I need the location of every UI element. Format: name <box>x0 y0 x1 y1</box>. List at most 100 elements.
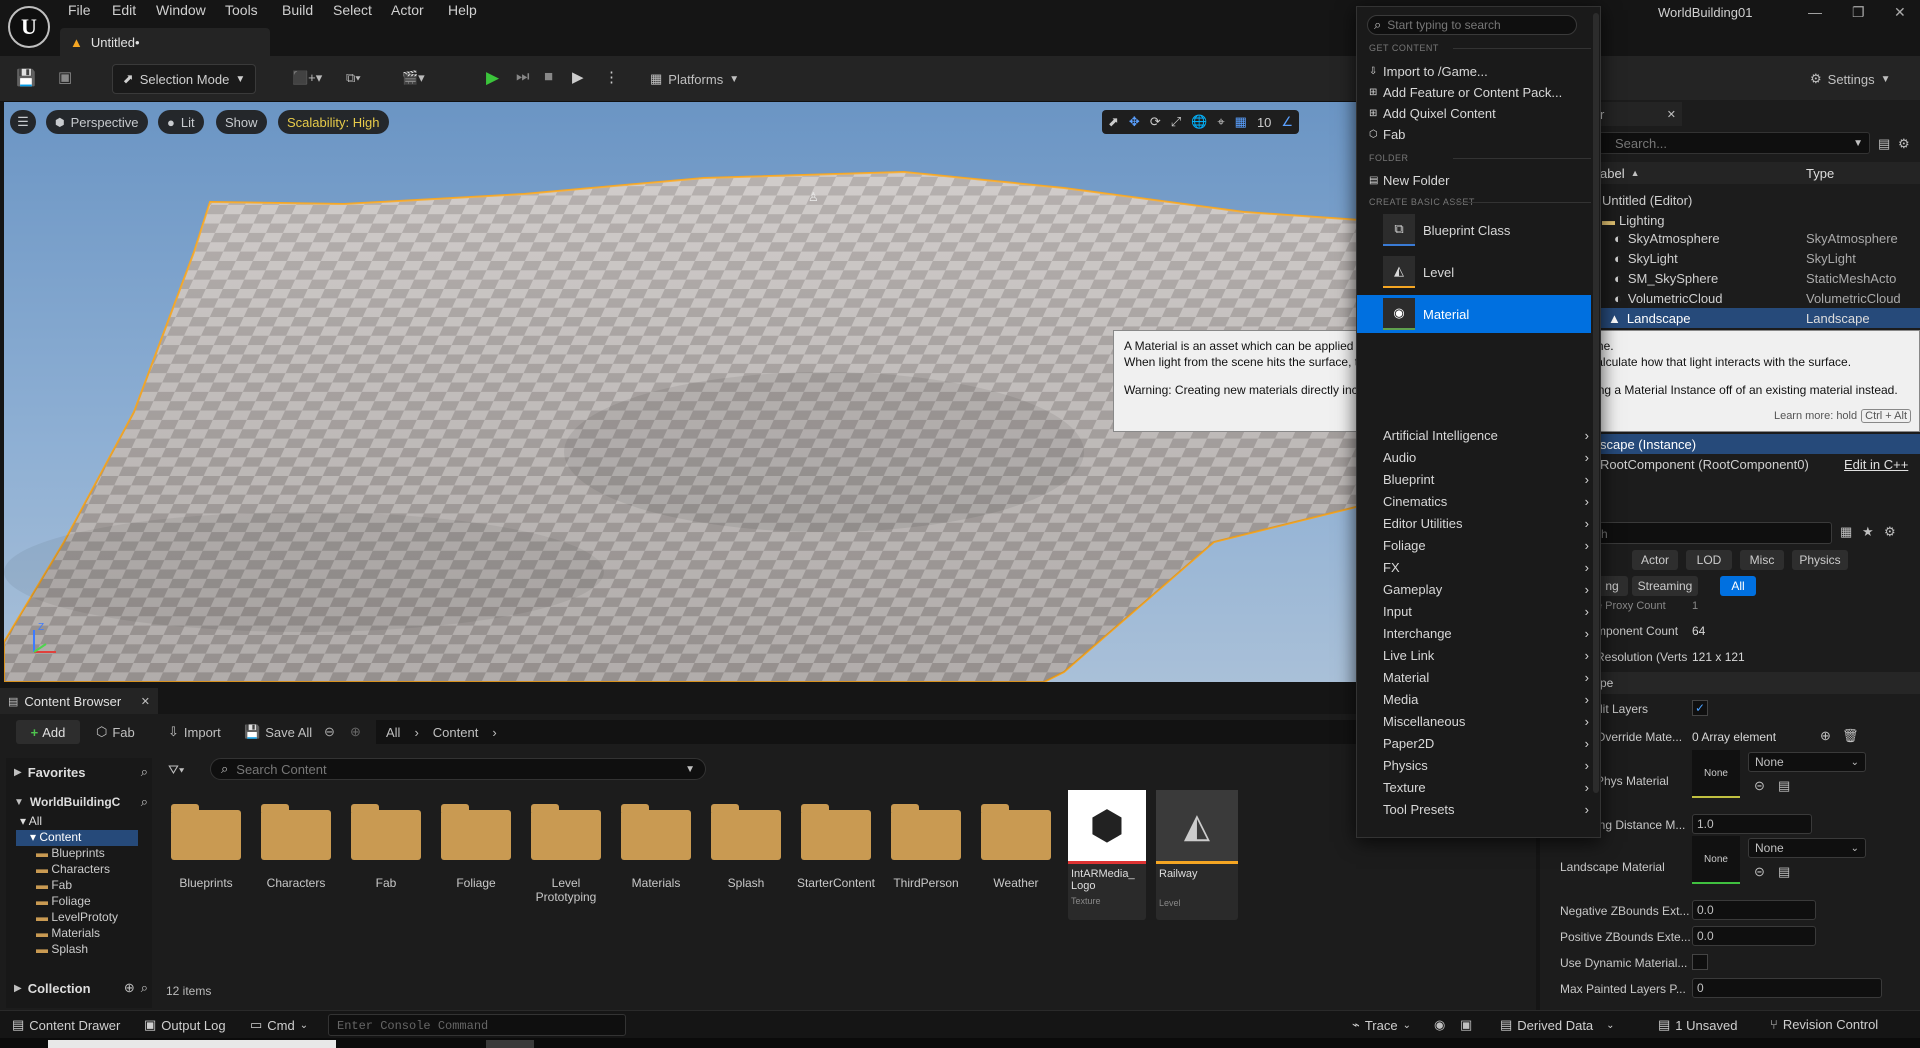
outliner-row[interactable]: ◐ SM_SkySphere StaticMeshActo <box>1596 268 1920 288</box>
select-tool-icon[interactable]: ⬈ <box>1108 114 1119 130</box>
context-search-field[interactable]: ⌕ Start typing to search <box>1367 15 1577 35</box>
menu-file[interactable]: File <box>68 2 91 22</box>
menu-tools[interactable]: Tools <box>225 2 258 22</box>
tree-item-levelprototyping[interactable]: ▬ LevelPrototy <box>36 910 118 924</box>
perspective-button[interactable]: ⬢ Perspective <box>46 110 148 134</box>
category-foliage[interactable]: Foliage › <box>1383 538 1589 553</box>
search-icon[interactable]: ⌕ <box>141 794 148 810</box>
folder-starter-content[interactable]: StarterContent <box>796 798 876 890</box>
settings-button[interactable]: ⚙ Settings ▼ <box>1810 71 1891 87</box>
fab-button[interactable]: ⬡ Fab <box>96 724 135 740</box>
cinematics-icon[interactable]: 🎬▾ <box>402 70 425 86</box>
cmd-dropdown[interactable]: ▭ Cmd ⌄ <box>250 1017 308 1033</box>
tree-item-splash[interactable]: ▬ Splash <box>36 942 88 956</box>
menu-build[interactable]: Build <box>282 2 313 22</box>
gear-icon[interactable]: ⚙ <box>1884 524 1896 540</box>
selection-mode-dropdown[interactable]: ⬈ Selection Mode ▼ <box>112 64 256 94</box>
max-painted-input[interactable]: 0 <box>1692 978 1882 998</box>
star-icon[interactable]: ★ <box>1862 524 1874 540</box>
menu-item-import[interactable]: ⇩ Import to /Game... <box>1357 60 1591 82</box>
revision-control-button[interactable]: ⑂ Revision Control <box>1770 1017 1878 1032</box>
category-physics[interactable]: Physics › <box>1383 758 1589 773</box>
derived-data-button[interactable]: ▤ Derived Data ⌄ <box>1500 1017 1615 1033</box>
save-icon[interactable]: 💾 <box>16 68 36 88</box>
search-icon[interactable]: ⌕ <box>141 980 148 996</box>
content-browser-tab[interactable]: ▤ Content Browser ✕ <box>0 688 158 714</box>
edit-cpp-link[interactable]: Edit in C++ <box>1844 457 1908 472</box>
details-instance-row[interactable]: scape (Instance) <box>1596 434 1920 454</box>
menu-select[interactable]: Select <box>333 2 372 22</box>
stop-icon[interactable]: ■ <box>544 68 553 85</box>
filter-tab-misc[interactable]: Misc <box>1740 550 1784 570</box>
neg-z-input[interactable]: 0.0 <box>1692 900 1816 920</box>
filter-tab-physics[interactable]: Physics <box>1792 550 1848 570</box>
breadcrumb-content[interactable]: Content <box>433 725 479 740</box>
phys-material-thumb[interactable]: None <box>1692 750 1740 798</box>
tree-item-foliage[interactable]: ▬ Foliage <box>36 894 91 908</box>
menu-item-blueprint-class[interactable]: ⧉ Blueprint Class <box>1357 211 1591 249</box>
tree-item-content[interactable]: ▾ Content <box>16 830 138 846</box>
world-space-icon[interactable]: 🌐 <box>1191 114 1207 130</box>
save-all-button[interactable]: 💾 Save All <box>244 724 312 740</box>
add-collection-icon[interactable]: ⊕ <box>124 980 135 996</box>
category-material[interactable]: Material › <box>1383 670 1589 685</box>
import-button[interactable]: ⇩ Import <box>168 724 221 740</box>
platforms-button[interactable]: ▦ Platforms ▼ <box>650 71 739 87</box>
browse-folder-icon[interactable]: ▤ <box>1778 864 1790 880</box>
table-view-icon[interactable]: ▦ <box>1840 524 1852 540</box>
dynamic-material-checkbox[interactable] <box>1692 954 1708 970</box>
menu-item-quixel[interactable]: ⊞ Add Quixel Content <box>1357 102 1591 124</box>
level-tab[interactable]: ▲ Untitled• <box>60 28 270 56</box>
outliner-root[interactable]: Untitled (Editor) <box>1596 190 1920 210</box>
context-menu-scrollbar[interactable] <box>1593 13 1599 793</box>
trash-icon[interactable]: 🗑 <box>1842 728 1859 744</box>
rotate-tool-icon[interactable]: ⟳ <box>1150 114 1161 130</box>
menu-actor[interactable]: Actor <box>391 2 424 22</box>
folder-materials[interactable]: Materials <box>616 798 696 890</box>
menu-item-new-folder[interactable]: ▤ New Folder <box>1357 169 1591 191</box>
outliner-folder-lighting[interactable]: ▬ Lighting <box>1596 210 1920 230</box>
outliner-row[interactable]: ◐ SkyLight SkyLight <box>1596 248 1920 268</box>
edit-layers-checkbox[interactable]: ✓ <box>1692 700 1708 716</box>
filter-tab-all[interactable]: All <box>1720 576 1756 596</box>
screenshot-icon[interactable]: ▣ <box>1460 1017 1472 1033</box>
folder-fab[interactable]: Fab <box>346 798 426 890</box>
category-gameplay[interactable]: Gameplay › <box>1383 582 1589 597</box>
search-icon[interactable]: ⌕ <box>141 764 148 780</box>
browse-arrow-icon[interactable]: ⊝ <box>1754 778 1765 794</box>
close-tab-icon[interactable]: ✕ <box>141 695 150 708</box>
scalability-button[interactable]: Scalability: High <box>278 110 389 134</box>
category-cinematics[interactable]: Cinematics › <box>1383 494 1589 509</box>
add-element-icon[interactable]: ⊕ <box>1820 728 1831 744</box>
console-input[interactable]: Enter Console Command <box>328 1014 626 1036</box>
collection-header[interactable]: ▶ Collection ⊕ ⌕ <box>14 980 148 996</box>
tree-item-characters[interactable]: ▬ Characters <box>36 862 110 876</box>
landscape-material-dropdown[interactable]: None ⌄ <box>1748 838 1866 858</box>
breadcrumb-all[interactable]: All <box>386 725 400 740</box>
category-artificial-intelligence[interactable]: Artificial Intelligence › <box>1383 428 1589 443</box>
favorites-header[interactable]: ▶ Favorites ⌕ <box>14 764 148 780</box>
menu-edit[interactable]: Edit <box>112 2 136 22</box>
tree-item-materials[interactable]: ▬ Materials <box>36 926 100 940</box>
grid-size-value[interactable]: 10 <box>1257 115 1271 130</box>
add-actor-icon[interactable]: ⬛+▾ <box>292 70 322 86</box>
show-button[interactable]: Show <box>216 110 267 134</box>
project-header[interactable]: ▼ WorldBuildingC ⌕ <box>14 794 148 810</box>
category-live-link[interactable]: Live Link › <box>1383 648 1589 663</box>
folder-characters[interactable]: Characters <box>256 798 336 890</box>
folder-blueprints[interactable]: Blueprints <box>166 798 246 890</box>
asset-intarmedia-logo[interactable]: ⬢ IntARMedia_ Logo Texture <box>1068 790 1146 920</box>
outliner-row[interactable]: ◐ SkyAtmosphere SkyAtmosphere <box>1596 228 1920 248</box>
folder-foliage[interactable]: Foliage <box>436 798 516 890</box>
category-media[interactable]: Media › <box>1383 692 1589 707</box>
category-miscellaneous[interactable]: Miscellaneous › <box>1383 714 1589 729</box>
menu-window[interactable]: Window <box>156 2 206 22</box>
translate-tool-icon[interactable]: ✥ <box>1129 114 1140 130</box>
search-content-field[interactable]: ⌕ Search Content ▼ <box>210 758 706 780</box>
section-header[interactable]: pe <box>1596 672 1920 694</box>
close-window-icon[interactable]: ✕ <box>1894 4 1906 21</box>
category-input[interactable]: Input › <box>1383 604 1589 619</box>
menu-item-fab[interactable]: ⬡ Fab <box>1357 123 1591 145</box>
surface-snap-icon[interactable]: ⌖ <box>1217 114 1224 130</box>
record-icon[interactable]: ◉ <box>1434 1017 1445 1033</box>
